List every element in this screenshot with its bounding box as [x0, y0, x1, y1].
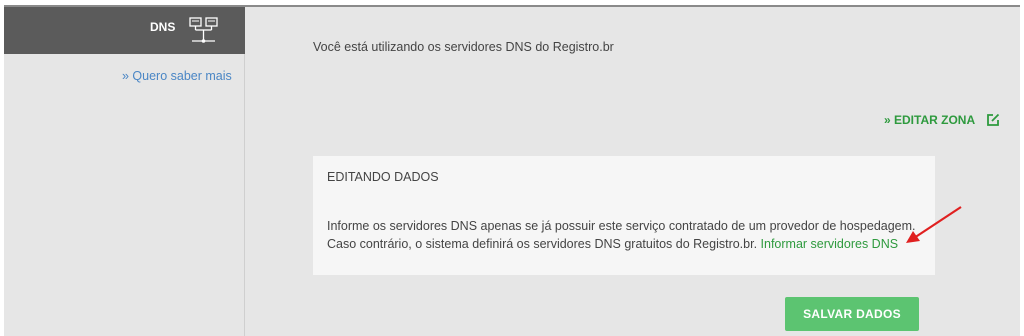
- red-arrow-icon: [906, 206, 962, 243]
- sidebar: DNS » Quero saber mais: [4, 7, 245, 336]
- panel-line-2: Caso contrário, o sistema definirá os se…: [327, 236, 761, 251]
- panel-line-1: Informe os servidores DNS apenas se já p…: [327, 219, 916, 233]
- edit-data-panel: EDITANDO DADOS Informe os servidores DNS…: [313, 156, 935, 275]
- edit-zone-link[interactable]: » EDITAR ZONA: [884, 113, 1000, 127]
- edit-icon: [987, 113, 1000, 126]
- panel-title: EDITANDO DADOS: [327, 170, 439, 184]
- more-info-link[interactable]: » Quero saber mais: [122, 69, 232, 83]
- inform-dns-servers-link[interactable]: Informar servidores DNS: [761, 237, 899, 251]
- panel-info-text: Informe os servidores DNS apenas se já p…: [327, 218, 927, 253]
- dns-status-text: Você está utilizando os servidores DNS d…: [313, 40, 614, 54]
- dns-tab-label: DNS: [150, 20, 176, 34]
- dns-tab[interactable]: DNS: [4, 7, 245, 54]
- edit-zone-label: » EDITAR ZONA: [884, 113, 976, 127]
- save-data-button[interactable]: SALVAR DADOS: [785, 297, 919, 331]
- network-servers-icon: [189, 17, 218, 43]
